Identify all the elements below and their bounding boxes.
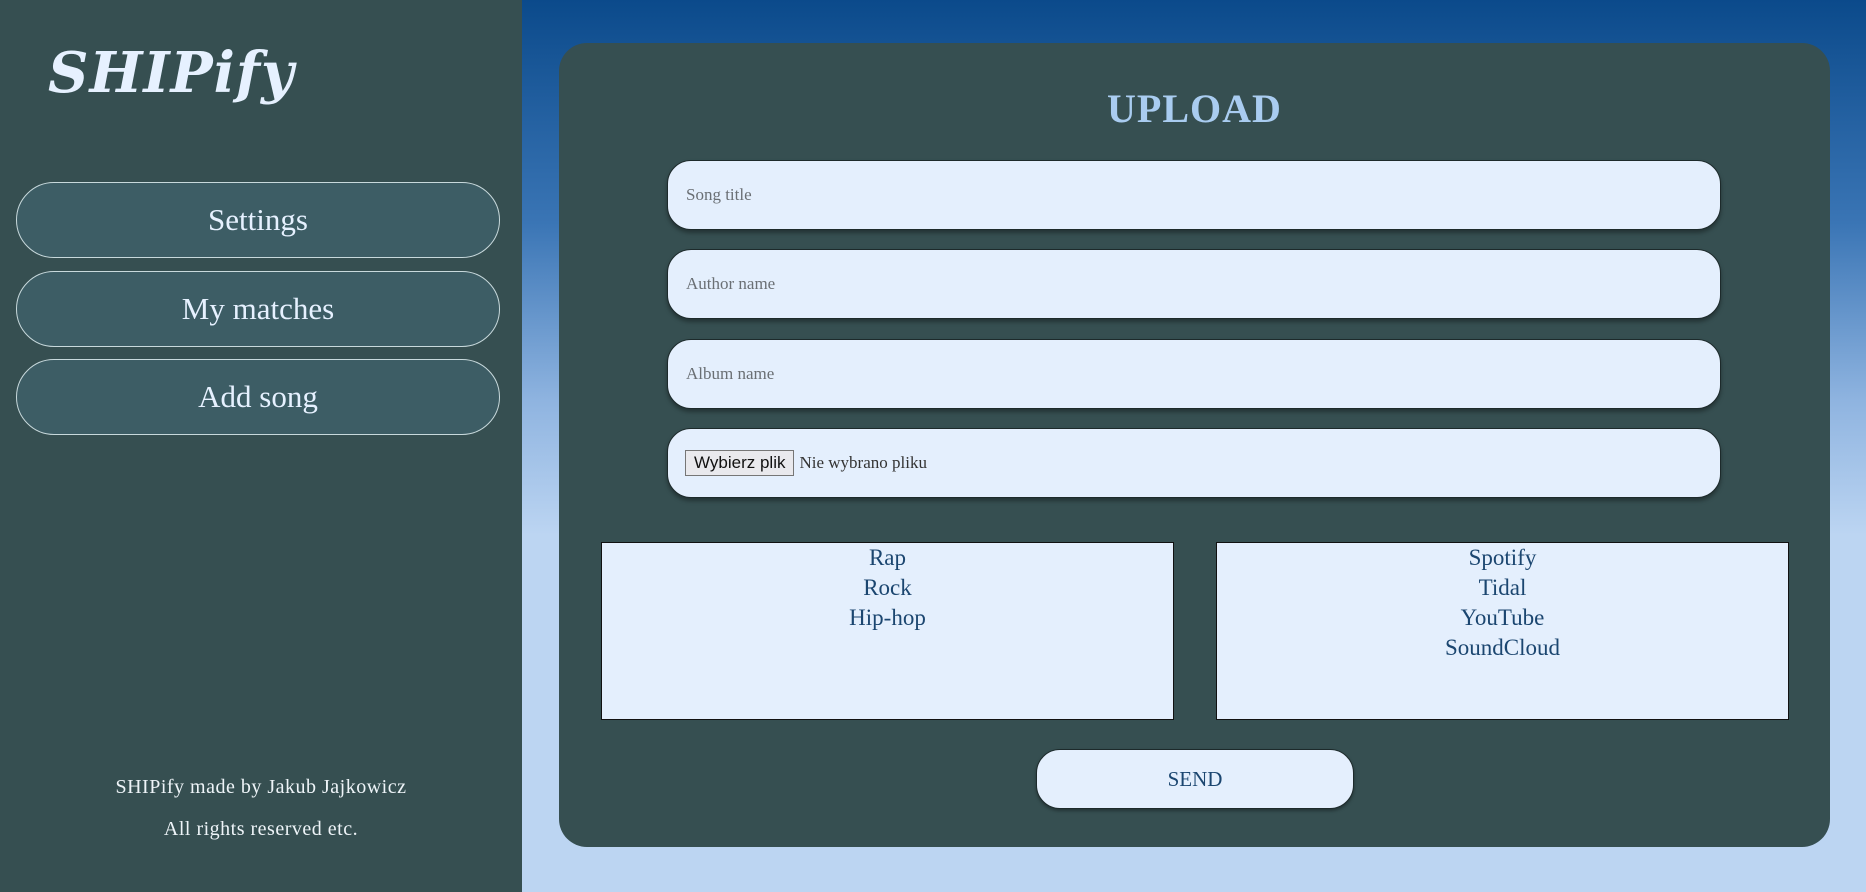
sidebar-item-label: My matches <box>181 291 335 326</box>
page-title: UPLOAD <box>1107 86 1282 131</box>
platform-option-youtube[interactable]: YouTube <box>1217 603 1788 633</box>
author-name-field <box>667 249 1721 319</box>
app-logo[interactable]: SHIPify <box>48 40 295 106</box>
file-upload-field: Wybierz plik Nie wybrano pliku <box>667 428 1721 498</box>
song-title-field <box>667 160 1721 230</box>
album-name-input[interactable] <box>668 340 1720 408</box>
song-title-input[interactable] <box>668 161 1720 229</box>
file-input: Wybierz plik Nie wybrano pliku <box>668 429 1720 497</box>
sidebar-item-add-song[interactable]: Add song <box>16 359 500 435</box>
send-button-label: SEND <box>1167 766 1223 791</box>
platform-select[interactable]: Spotify Tidal YouTube SoundCloud <box>1216 542 1789 720</box>
choose-file-button[interactable]: Wybierz plik <box>685 450 795 476</box>
upload-panel: UPLOAD Wybierz plik Nie wybrano pliku Ra… <box>559 43 1830 847</box>
platform-option-spotify[interactable]: Spotify <box>1217 543 1788 573</box>
author-name-input[interactable] <box>668 250 1720 318</box>
file-status-text: Nie wybrano pliku <box>799 453 927 472</box>
sidebar: SHIPify Settings My matches Add song SHI… <box>0 0 522 892</box>
genre-option-rap[interactable]: Rap <box>602 543 1173 573</box>
platform-option-soundcloud[interactable]: SoundCloud <box>1217 633 1788 663</box>
sidebar-item-label: Add song <box>198 379 318 414</box>
album-name-field <box>667 339 1721 409</box>
footer-credit: SHIPify made by Jakub Jajkowicz <box>115 776 407 798</box>
sidebar-item-settings[interactable]: Settings <box>16 182 500 258</box>
genre-select[interactable]: Rap Rock Hip-hop <box>601 542 1174 720</box>
sidebar-item-label: Settings <box>208 202 308 237</box>
send-button[interactable]: SEND <box>1036 749 1354 809</box>
genre-option-hip-hop[interactable]: Hip-hop <box>602 603 1173 633</box>
platform-option-tidal[interactable]: Tidal <box>1217 573 1788 603</box>
genre-option-rock[interactable]: Rock <box>602 573 1173 603</box>
footer-rights: All rights reserved etc. <box>163 818 359 840</box>
sidebar-item-my-matches[interactable]: My matches <box>16 271 500 347</box>
